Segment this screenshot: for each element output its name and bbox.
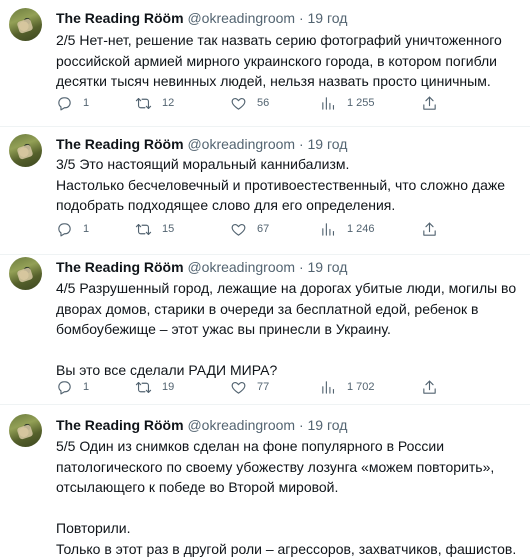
timestamp[interactable]: 19 год [308,417,348,433]
reply-button[interactable]: 1 [56,93,89,113]
views-button[interactable]: 1 246 [320,219,375,239]
tweet-text: 4/5 Разрушенный город, лежащие на дорога… [56,280,517,378]
share-button[interactable] [421,219,438,239]
author-name[interactable]: The Reading Rööm [56,259,184,275]
retweet-count: 15 [162,223,175,235]
author-name[interactable]: The Reading Rööm [56,10,184,26]
tweet-text: 5/5 Один из снимков сделан на фоне попул… [56,438,517,557]
retweet-icon [135,381,152,393]
author-handle[interactable]: @okreadingroom [187,259,295,275]
avatar[interactable] [9,414,42,447]
share-icon [423,222,436,236]
author-handle[interactable]: @okreadingroom [187,417,295,433]
views-icon [322,96,335,110]
share-icon [423,96,436,110]
heart-icon [231,97,246,110]
timestamp[interactable]: 19 год [308,259,348,275]
share-button[interactable] [421,377,438,397]
author-name[interactable]: The Reading Rööm [56,417,184,433]
author-handle[interactable]: @okreadingroom [187,136,295,152]
reply-icon [58,96,71,110]
separator-dot: · [298,136,304,152]
views-icon [322,380,335,394]
author-name[interactable]: The Reading Rööm [56,136,184,152]
retweet-count: 19 [162,381,175,393]
timestamp[interactable]: 19 год [308,10,348,26]
reply-count: 1 [83,223,90,235]
reply-icon [58,222,71,236]
retweet-button[interactable]: 12 [135,93,174,113]
action-bar: 1 19 77 1 702 [56,377,456,397]
retweet-button[interactable]: 19 [135,377,174,397]
author-handle[interactable]: @okreadingroom [187,10,295,26]
reply-count: 1 [83,97,90,109]
separator-dot: · [298,10,304,26]
tweet-header: The Reading Rööm @okreadingroom · 19 год [56,135,347,153]
tweet-header: The Reading Rööm @okreadingroom · 19 год [56,416,347,434]
tweet-header: The Reading Rööm @okreadingroom · 19 год [56,258,347,276]
retweet-icon [135,97,152,109]
like-button[interactable]: 56 [230,93,269,113]
tweet[interactable]: The Reading Rööm @okreadingroom · 19 год… [0,405,530,557]
separator-dot: · [298,417,304,433]
share-icon [423,380,436,394]
tweet-text: 2/5 Нет-нет, решение так назвать серию ф… [56,32,502,89]
separator-dot: · [298,259,304,275]
avatar[interactable] [9,257,42,290]
tweet-text: 3/5 Это настоящий моральный каннибализм.… [56,156,506,213]
heart-icon [231,381,246,394]
tweet-header: The Reading Rööm @okreadingroom · 19 год [56,9,347,27]
avatar[interactable] [9,134,42,167]
reply-icon [58,380,71,394]
like-button[interactable]: 77 [230,377,269,397]
like-button[interactable]: 67 [230,219,269,239]
views-icon [322,222,335,236]
tweet[interactable]: The Reading Rööm @okreadingroom · 19 год… [0,127,530,255]
views-button[interactable]: 1 255 [320,93,375,113]
reply-count: 1 [83,381,90,393]
retweet-icon [135,223,152,235]
heart-icon [231,223,246,236]
avatar[interactable] [9,8,42,41]
action-bar: 1 12 56 1 255 [56,93,456,113]
tweet[interactable]: The Reading Rööm @okreadingroom · 19 год… [0,255,530,405]
reply-button[interactable]: 1 [56,377,89,397]
views-count: 1 702 [347,381,375,393]
tweet[interactable]: The Reading Rööm @okreadingroom · 19 год… [0,0,530,127]
timestamp[interactable]: 19 год [308,136,348,152]
like-count: 77 [257,381,270,393]
action-bar: 1 15 67 1 246 [56,219,456,239]
retweet-button[interactable]: 15 [135,219,174,239]
views-button[interactable]: 1 702 [320,377,375,397]
views-count: 1 246 [347,223,375,235]
retweet-count: 12 [162,97,175,109]
views-count: 1 255 [347,97,375,109]
like-count: 67 [257,223,270,235]
like-count: 56 [257,97,270,109]
share-button[interactable] [421,93,438,113]
reply-button[interactable]: 1 [56,219,89,239]
